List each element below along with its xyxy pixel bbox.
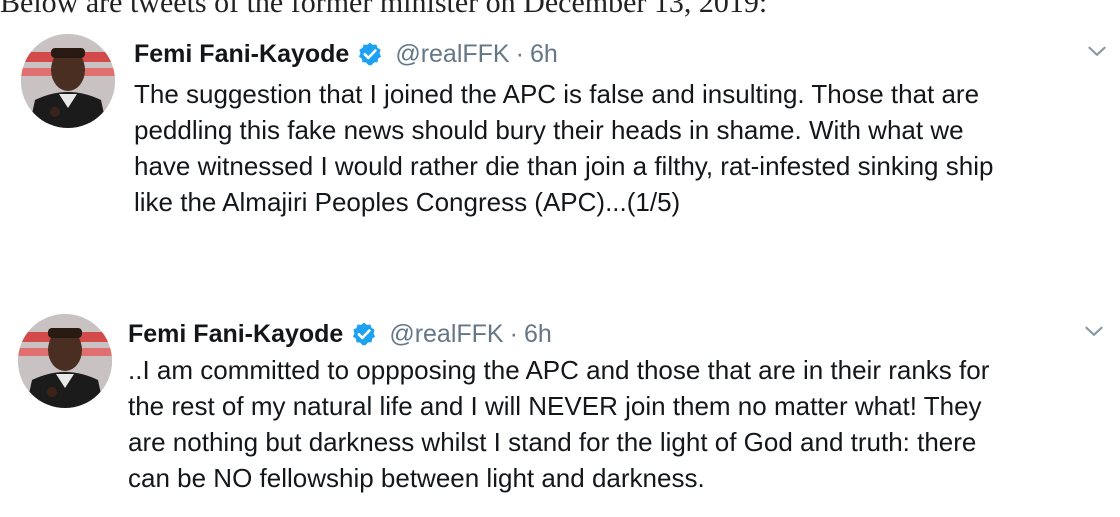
- tweet-text-line: ..I am committed to oppposing the APC an…: [128, 355, 990, 385]
- tweet-timestamp[interactable]: 6h: [524, 320, 552, 349]
- tweet-header: Femi Fani-Kayode @realFFK · 6h: [134, 36, 558, 72]
- tweet-text-line: the rest of my natural life and I will N…: [128, 391, 982, 421]
- tweet-text-line: can be NO fellowship between light and d…: [128, 463, 705, 493]
- author-handle[interactable]: @realFFK: [395, 40, 509, 69]
- tweet-text-line: are nothing but darkness whilst I stand …: [128, 427, 977, 457]
- profile-photo-icon: [18, 314, 112, 408]
- tweet-timestamp[interactable]: 6h: [530, 40, 558, 69]
- tweet-text-line: like the Almajiri Peoples Congress (APC)…: [134, 187, 681, 217]
- avatar[interactable]: [21, 34, 115, 128]
- tweet-text: ..I am committed to oppposing the APC an…: [128, 352, 1103, 496]
- tweet-text-line: The suggestion that I joined the APC is …: [134, 79, 980, 109]
- profile-photo-icon: [21, 34, 115, 128]
- tweet-text-line: peddling this fake news should bury thei…: [134, 115, 964, 145]
- tweet-text: The suggestion that I joined the APC is …: [134, 76, 1109, 220]
- author-handle[interactable]: @realFFK: [389, 320, 503, 349]
- verified-badge-icon: [357, 41, 383, 67]
- tweet-header: Femi Fani-Kayode @realFFK · 6h: [128, 316, 552, 352]
- author-name[interactable]: Femi Fani-Kayode: [134, 40, 349, 69]
- avatar[interactable]: [18, 314, 112, 408]
- author-name[interactable]: Femi Fani-Kayode: [128, 320, 343, 349]
- verified-badge-icon: [351, 321, 377, 347]
- separator-dot: ·: [509, 319, 518, 348]
- chevron-down-icon[interactable]: [1081, 318, 1107, 344]
- chevron-down-icon[interactable]: [1084, 38, 1110, 64]
- tweet-text-line: have witnessed I would rather die than j…: [134, 151, 994, 181]
- article-intro-text: Below are tweets of the former minister …: [0, 0, 768, 19]
- separator-dot: ·: [515, 39, 524, 68]
